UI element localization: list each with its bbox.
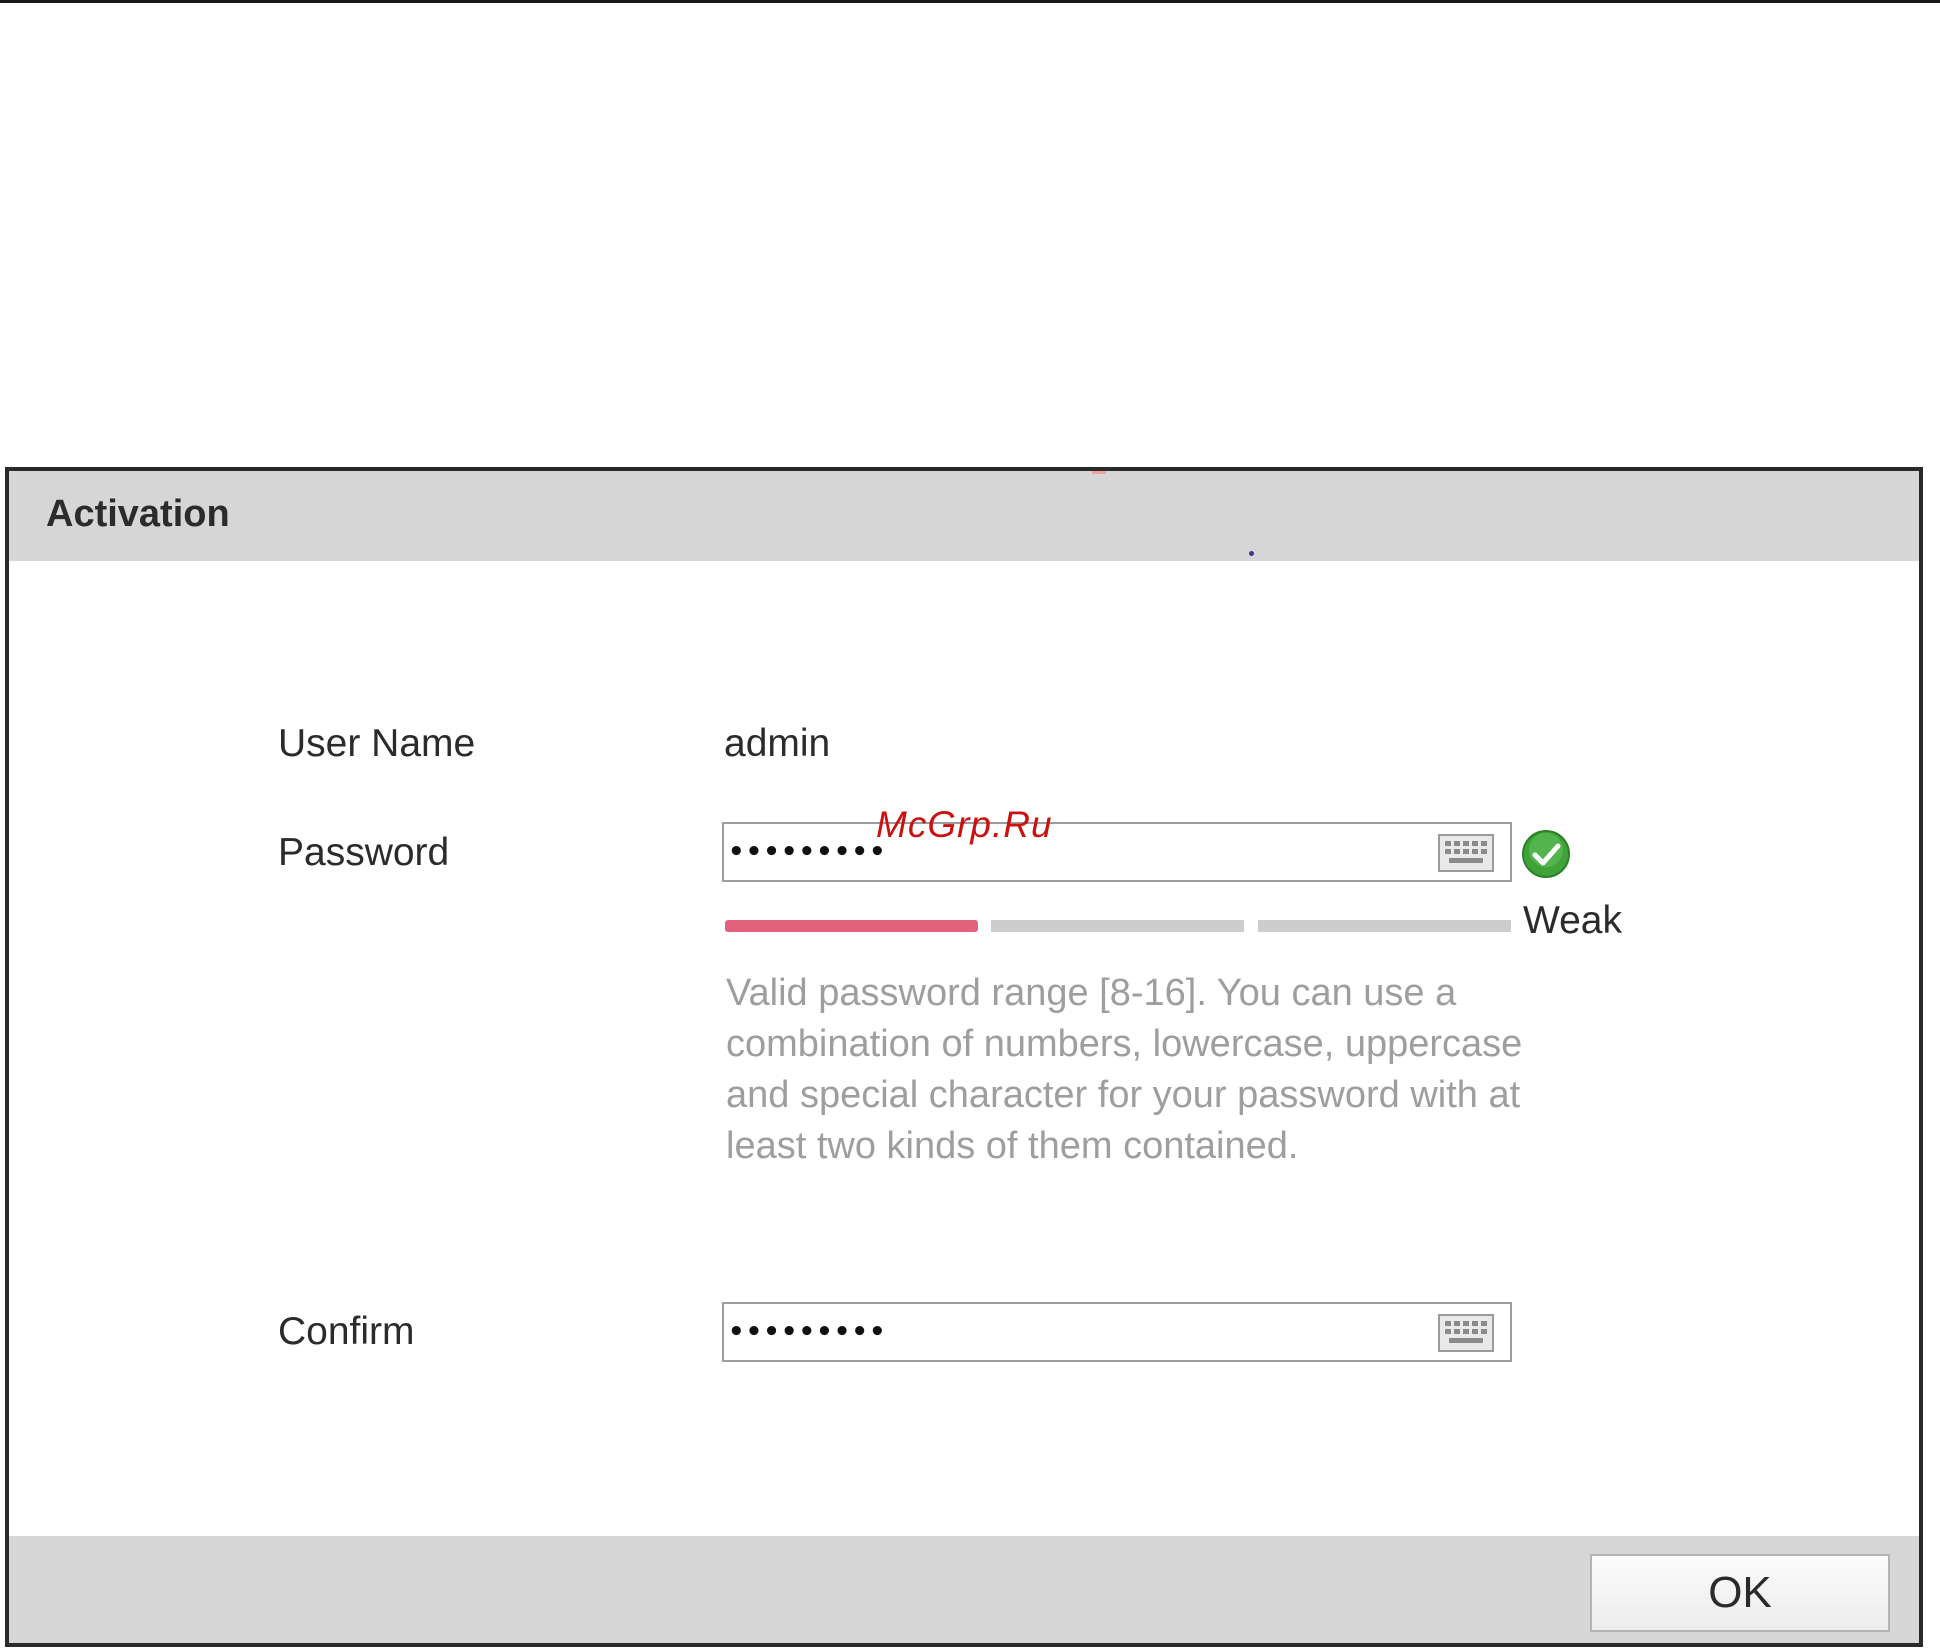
watermark: McGrp.Ru [876, 804, 1053, 845]
user-name-value: admin [724, 722, 831, 765]
keyboard-icon[interactable] [1438, 1314, 1494, 1352]
dialog-header: Activation [9, 471, 1919, 561]
dialog-footer: OK [9, 1536, 1919, 1643]
password-field[interactable] [722, 822, 1512, 882]
password-label: Password [278, 831, 450, 874]
top-rule [0, 0, 1940, 3]
strength-bar-weak [725, 920, 978, 932]
strength-label: Weak [1523, 899, 1622, 942]
header-mark [1092, 471, 1106, 474]
dialog-title: Activation [46, 493, 230, 535]
strength-bar-strong [1258, 920, 1511, 932]
password-hint: Valid password range [8-16]. You can use… [726, 972, 1523, 1167]
confirm-input[interactable] [728, 1306, 1418, 1358]
check-circle-icon [1521, 829, 1571, 879]
ok-button[interactable]: OK [1590, 1554, 1890, 1632]
password-input[interactable] [728, 826, 1418, 878]
strength-bar-medium [991, 920, 1244, 932]
user-name-label: User Name [278, 722, 476, 765]
header-dot [1249, 551, 1254, 556]
confirm-field[interactable] [722, 1302, 1512, 1362]
keyboard-icon[interactable] [1438, 834, 1494, 872]
confirm-label: Confirm [278, 1310, 415, 1353]
